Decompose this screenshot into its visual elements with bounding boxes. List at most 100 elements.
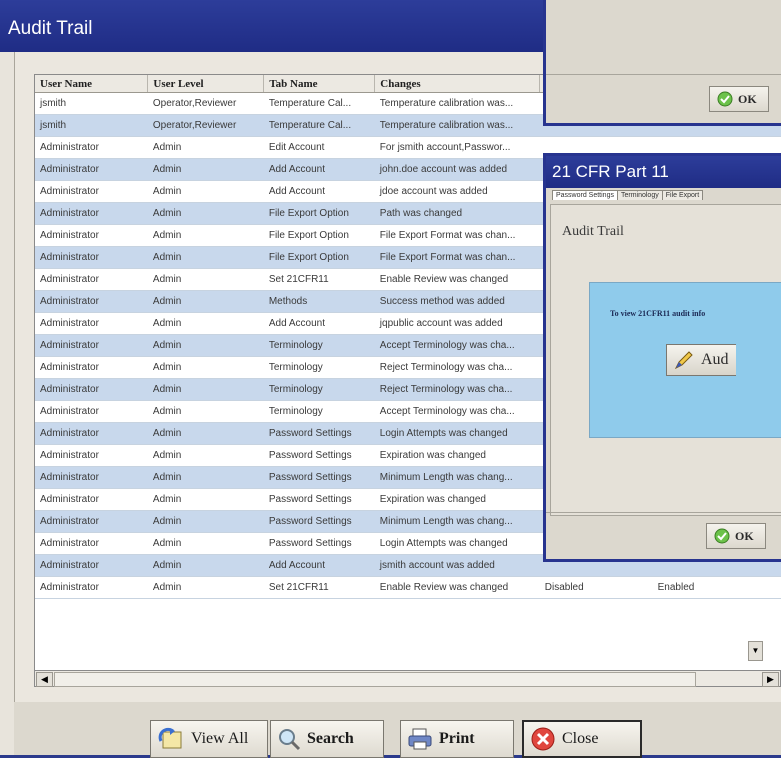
table-cell: Administrator xyxy=(35,444,148,467)
table-cell: Administrator xyxy=(35,510,148,533)
table-cell: Login Attempts was changed xyxy=(374,422,540,445)
table-cell: Success method was added xyxy=(374,290,540,313)
table-cell: Admin xyxy=(147,246,264,269)
table-cell: Admin xyxy=(147,576,264,599)
cfr-tabs: Password Settings Terminology File Export xyxy=(552,190,704,200)
table-cell: Administrator xyxy=(35,356,148,379)
table-cell: Operator,Reviewer xyxy=(147,92,264,115)
table-cell: Temperature calibration was... xyxy=(374,114,540,137)
table-cell: Administrator xyxy=(35,246,148,269)
table-cell: Terminology xyxy=(263,400,375,423)
view-all-button[interactable]: View All xyxy=(150,720,268,758)
table-cell: File Export Format was chan... xyxy=(374,246,540,269)
table-cell: File Export Option xyxy=(263,224,375,247)
table-cell: Set 21CFR11 xyxy=(263,268,375,291)
cfr-dialog-title: 21 CFR Part 11 xyxy=(546,156,781,188)
print-button[interactable]: Print xyxy=(400,720,514,758)
scroll-thumb[interactable] xyxy=(54,672,696,687)
window-title: Audit Trail xyxy=(8,18,93,39)
table-cell: Administrator xyxy=(35,466,148,489)
table-cell: Admin xyxy=(147,356,264,379)
close-icon xyxy=(531,727,555,751)
table-cell: Administrator xyxy=(35,136,148,159)
horizontal-scrollbar[interactable]: ◀ ▶ xyxy=(34,670,781,687)
dialog-divider xyxy=(546,74,781,75)
table-cell: Edit Account xyxy=(263,136,375,159)
info-message: To view 21CFR11 audit info xyxy=(610,309,706,318)
table-cell: Admin xyxy=(147,202,264,225)
table-cell: jdoe account was added xyxy=(374,180,540,203)
table-cell: Administrator xyxy=(35,422,148,445)
table-cell: jsmith xyxy=(35,114,148,137)
table-cell: Minimum Length was chang... xyxy=(374,466,540,489)
table-cell: Enable Review was changed xyxy=(374,576,540,599)
column-header[interactable]: Tab Name xyxy=(263,75,376,93)
search-button[interactable]: Search xyxy=(270,720,384,758)
tab-file-export[interactable]: File Export xyxy=(661,190,704,200)
table-cell: Path was changed xyxy=(374,202,540,225)
ok-dialog: OK xyxy=(543,0,781,126)
table-cell: Enabled xyxy=(652,576,781,599)
table-cell: Temperature Cal... xyxy=(263,114,375,137)
tab-password-settings[interactable]: Password Settings xyxy=(552,190,618,200)
audit-trail-button[interactable]: Aud xyxy=(666,344,736,376)
table-cell: jqpublic account was added xyxy=(374,312,540,335)
table-cell: Accept Terminology was cha... xyxy=(374,334,540,357)
table-cell: Administrator xyxy=(35,290,148,313)
column-header[interactable]: User Level xyxy=(147,75,265,93)
table-cell: Administrator xyxy=(35,378,148,401)
table-cell: Enable Review was changed xyxy=(374,268,540,291)
table-cell: Administrator xyxy=(35,334,148,357)
table-cell: Admin xyxy=(147,334,264,357)
table-cell: Terminology xyxy=(263,378,375,401)
table-cell: Password Settings xyxy=(263,532,375,555)
table-cell: Administrator xyxy=(35,532,148,555)
table-cell: john.doe account was added xyxy=(374,158,540,181)
scroll-right-arrow[interactable]: ▶ xyxy=(762,672,779,687)
table-cell: Password Settings xyxy=(263,422,375,445)
table-cell: Add Account xyxy=(263,180,375,203)
table-cell: Admin xyxy=(147,180,264,203)
tab-terminology[interactable]: Terminology xyxy=(616,190,663,200)
table-cell: Operator,Reviewer xyxy=(147,114,264,137)
cfr-dialog: 21 CFR Part 11 Password Settings Terminol… xyxy=(543,153,781,562)
table-cell: Admin xyxy=(147,444,264,467)
table-cell: Admin xyxy=(147,422,264,445)
table-cell: File Export Option xyxy=(263,202,375,225)
table-row[interactable]: Administrator Admin Set 21CFR11 Enable Revi… xyxy=(35,576,781,599)
table-cell: Administrator xyxy=(35,224,148,247)
table-cell: Set 21CFR11 xyxy=(263,576,375,599)
close-button[interactable]: Close xyxy=(522,720,642,758)
table-cell: Admin xyxy=(147,510,264,533)
table-cell: Admin xyxy=(147,378,264,401)
table-cell: Administrator xyxy=(35,268,148,291)
table-cell: Temperature calibration was... xyxy=(374,92,540,115)
table-cell: Admin xyxy=(147,466,264,489)
ok-button[interactable]: OK xyxy=(709,86,769,112)
table-cell: Administrator xyxy=(35,576,148,599)
scroll-down-arrow[interactable]: ▼ xyxy=(748,641,763,661)
table-cell: Admin xyxy=(147,158,264,181)
check-icon xyxy=(714,528,730,544)
table-cell: Admin xyxy=(147,532,264,555)
button-bar xyxy=(14,702,781,755)
column-header[interactable]: Changes xyxy=(374,75,541,93)
table-cell: Password Settings xyxy=(263,466,375,489)
table-cell: Reject Terminology was cha... xyxy=(374,356,540,379)
table-cell: Add Account xyxy=(263,158,375,181)
table-cell: Administrator xyxy=(35,202,148,225)
table-cell: Password Settings xyxy=(263,510,375,533)
table-cell: Temperature Cal... xyxy=(263,92,375,115)
table-cell: jsmith xyxy=(35,92,148,115)
table-cell: Admin xyxy=(147,136,264,159)
ok-button[interactable]: OK xyxy=(706,523,766,549)
table-cell: Password Settings xyxy=(263,444,375,467)
table-cell: Administrator xyxy=(35,312,148,335)
printer-icon xyxy=(408,728,432,750)
table-cell: Admin xyxy=(147,554,264,577)
table-cell: Password Settings xyxy=(263,488,375,511)
column-header[interactable]: User Name xyxy=(35,75,149,93)
table-cell: Login Attempts was changed xyxy=(374,532,540,555)
scroll-left-arrow[interactable]: ◀ xyxy=(36,672,53,687)
table-cell: Minimum Length was chang... xyxy=(374,510,540,533)
